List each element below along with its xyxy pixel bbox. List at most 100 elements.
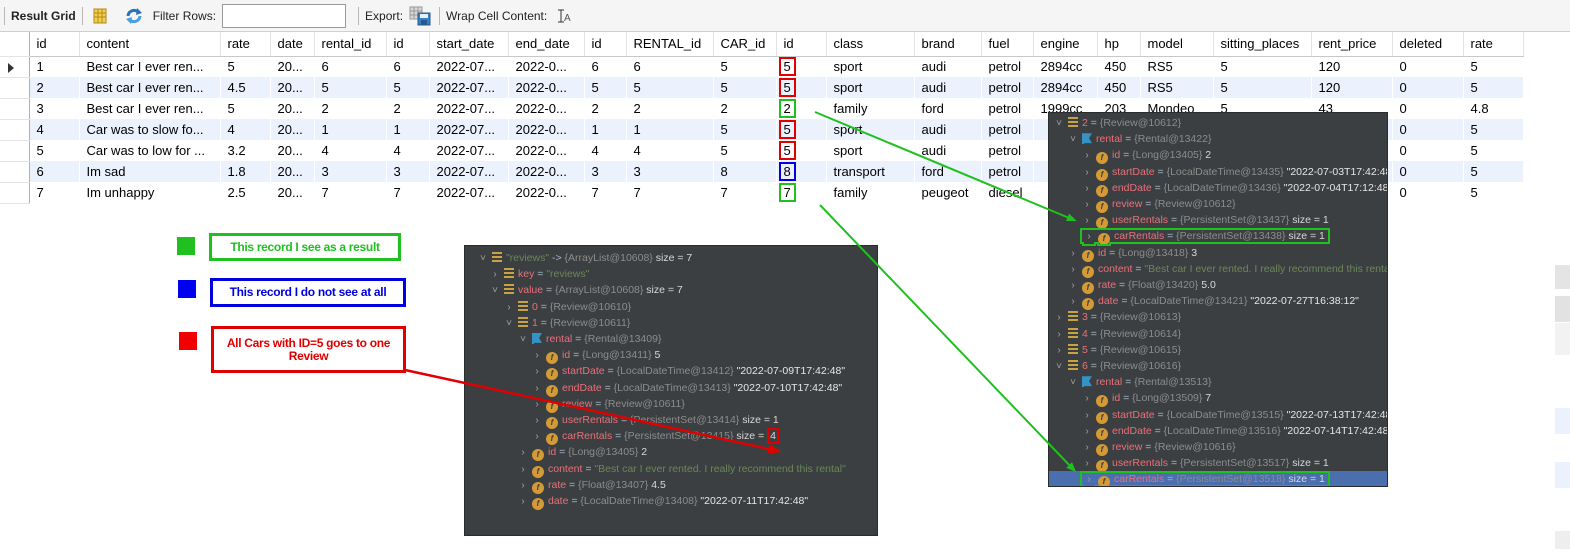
table-cell[interactable]: Car was to slow fo... [79, 119, 221, 140]
debugger-tree-node[interactable]: › f carRentals = {PersistentSet@13438} siz… [1049, 228, 1387, 246]
table-cell[interactable]: 2022-07... [429, 161, 509, 182]
column-header[interactable]: brand [914, 32, 982, 57]
column-header[interactable]: fuel [981, 32, 1034, 57]
table-cell[interactable]: 5 [1463, 56, 1524, 77]
chevron-down-icon[interactable]: ˅ [477, 251, 489, 267]
table-cell[interactable]: 20... [270, 161, 315, 182]
table-cell[interactable]: 2 [386, 98, 430, 119]
table-cell[interactable]: 3.2 [220, 140, 271, 161]
chevron-right-icon[interactable]: › [1081, 165, 1093, 181]
chevron-down-icon[interactable]: ˅ [1067, 132, 1079, 148]
table-cell[interactable]: transport [826, 161, 915, 182]
table-cell[interactable]: 1.8 [220, 161, 271, 182]
table-cell[interactable]: 20... [270, 140, 315, 161]
debugger-tree-node[interactable]: › f id = {Long@13405} 2 [465, 444, 877, 462]
table-cell[interactable]: 1 [584, 119, 627, 140]
debugger-tree-node[interactable]: › 4 = {Review@10614} [1049, 326, 1387, 342]
result-grid-label[interactable]: Result Grid [11, 9, 76, 23]
chevron-right-icon[interactable]: › [517, 494, 529, 510]
debugger-variables-panel-left[interactable]: ˅ "reviews" -> {ArrayList@10608} size = 7… [464, 245, 878, 536]
chevron-down-icon[interactable]: ˅ [1053, 116, 1065, 132]
row-header[interactable] [0, 140, 30, 162]
table-cell[interactable]: 3 [386, 161, 430, 182]
chevron-right-icon[interactable]: › [517, 445, 529, 461]
table-cell[interactable]: 2022-0... [508, 140, 585, 161]
table-cell[interactable]: 0 [1392, 98, 1464, 119]
chevron-down-icon[interactable]: ˅ [1067, 375, 1079, 391]
table-cell[interactable]: 3 [314, 161, 387, 182]
debugger-tree-node[interactable]: › f review = {Review@10616} [1049, 439, 1387, 456]
table-cell[interactable]: RS5 [1140, 77, 1214, 98]
chevron-right-icon[interactable]: › [1067, 294, 1079, 310]
column-header[interactable]: CAR_id [713, 32, 777, 57]
table-cell[interactable]: Best car I ever ren... [79, 98, 221, 119]
debugger-tree-node[interactable]: › f rate = {Float@13407} 4.5 [465, 477, 877, 494]
table-cell[interactable]: 3 [584, 161, 627, 182]
table-cell[interactable]: 5 [776, 77, 827, 98]
table-cell[interactable]: sport [826, 56, 915, 77]
chevron-right-icon[interactable]: › [1081, 424, 1093, 440]
column-header[interactable]: end_date [508, 32, 585, 57]
column-header[interactable]: engine [1033, 32, 1098, 57]
column-header[interactable]: hp [1097, 32, 1141, 57]
debugger-tree-node[interactable]: › f id = {Long@13411} 5 [465, 347, 877, 365]
table-cell[interactable]: 2022-07... [429, 182, 509, 203]
column-header[interactable]: deleted [1392, 32, 1464, 57]
table-cell[interactable]: peugeot [914, 182, 982, 203]
debugger-tree-node[interactable]: › key = "reviews" [465, 266, 877, 282]
table-cell[interactable]: 5 [1463, 140, 1524, 161]
chevron-right-icon[interactable]: › [1081, 456, 1093, 472]
table-cell[interactable]: 6 [386, 56, 430, 77]
column-header[interactable]: rental_id [314, 32, 387, 57]
table-cell[interactable]: 7 [314, 182, 387, 203]
table-cell[interactable]: 5 [386, 77, 430, 98]
wrap-cell-content-icon[interactable]: A [553, 5, 575, 27]
table-cell[interactable]: 2022-07... [429, 56, 509, 77]
table-cell[interactable]: 6 [584, 56, 627, 77]
table-cell[interactable]: audi [914, 140, 982, 161]
debugger-tree-node[interactable]: ˅ 1 = {Review@10611} [465, 315, 877, 331]
table-cell[interactable]: 2894cc [1033, 77, 1098, 98]
chevron-right-icon[interactable]: › [1081, 197, 1093, 213]
table-cell[interactable]: 5 [220, 56, 271, 77]
chevron-right-icon[interactable]: › [531, 381, 543, 397]
debugger-variables-panel-right[interactable]: ˅ 2 = {Review@10612} ˅ rental = {Rental@134… [1048, 112, 1388, 487]
row-header[interactable] [0, 56, 30, 78]
table-cell[interactable]: petrol [981, 119, 1034, 140]
table-cell[interactable]: petrol [981, 77, 1034, 98]
table-row[interactable]: 2 Best car I ever ren... 4.5 20... 5 5 2022-07… [0, 77, 1524, 99]
table-cell[interactable]: family [826, 98, 915, 119]
chevron-right-icon[interactable]: › [531, 397, 543, 413]
table-cell[interactable]: 4 [386, 140, 430, 161]
chevron-right-icon[interactable]: › [1067, 262, 1079, 278]
table-cell[interactable]: 2 [626, 98, 714, 119]
chevron-right-icon[interactable]: › [1053, 327, 1065, 343]
debugger-tree-node[interactable]: › f date = {LocalDateTime@13421} "2022-07-… [1049, 293, 1387, 311]
table-cell[interactable]: 450 [1097, 77, 1141, 98]
debugger-tree-node[interactable]: › f userRentals = {PersistentSet@13437} si… [1049, 212, 1387, 230]
debugger-tree-node[interactable]: › f review = {Review@10611} [465, 396, 877, 413]
chevron-right-icon[interactable]: › [531, 413, 543, 429]
table-cell[interactable]: 7 [626, 182, 714, 203]
table-cell[interactable]: 4 [584, 140, 627, 161]
table-cell[interactable]: 5 [314, 77, 387, 98]
debugger-tree-node[interactable]: › 3 = {Review@10613} [1049, 309, 1387, 325]
table-cell[interactable]: 5 [584, 77, 627, 98]
table-cell[interactable]: 0 [1392, 161, 1464, 182]
table-cell[interactable]: 7 [386, 182, 430, 203]
debugger-tree-node[interactable]: › 5 = {Review@10615} [1049, 342, 1387, 358]
table-cell[interactable]: 4 [29, 119, 80, 140]
debugger-tree-node[interactable]: › f id = {Long@13509} 7 [1049, 390, 1387, 408]
table-cell[interactable]: 5 [713, 119, 777, 140]
table-cell[interactable]: audi [914, 56, 982, 77]
debugger-tree-node[interactable]: › f endDate = {LocalDateTime@13516} "2022-… [1049, 423, 1387, 440]
debugger-tree-node[interactable]: › f userRentals = {PersistentSet@13414} si… [465, 412, 877, 429]
table-cell[interactable]: 2022-0... [508, 77, 585, 98]
debugger-tree-node[interactable]: › f id = {Long@13405} 2 [1049, 147, 1387, 165]
table-cell[interactable]: 1 [29, 56, 80, 77]
debugger-tree-node[interactable]: ˅ value = {ArrayList@10608} size = 7 [465, 282, 877, 298]
table-cell[interactable]: 8 [776, 161, 827, 182]
table-cell[interactable]: 7 [584, 182, 627, 203]
row-header[interactable] [0, 161, 30, 183]
table-cell[interactable]: Best car I ever ren... [79, 56, 221, 77]
